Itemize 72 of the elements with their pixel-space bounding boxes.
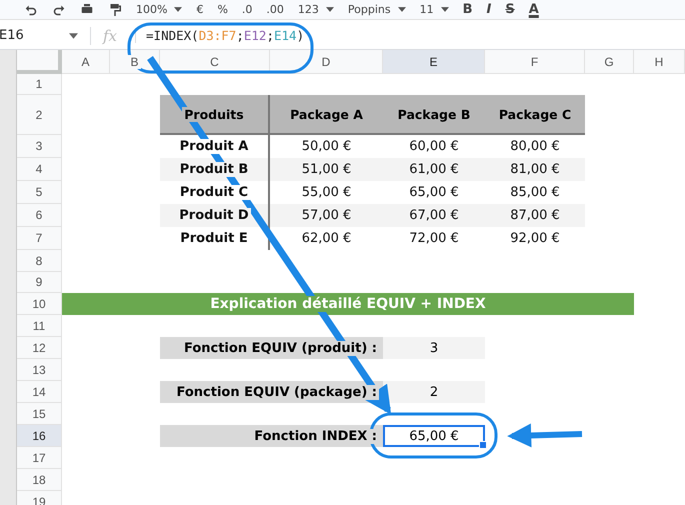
toolbar-button[interactable]: .00 [266, 2, 284, 16]
table-header: Package B [383, 95, 485, 135]
value-cell[interactable]: 2 [383, 381, 485, 403]
table-cell: Produit A [160, 135, 270, 158]
toolbar-button[interactable]: € [196, 2, 204, 16]
table-header: Produits [160, 95, 270, 135]
row-header[interactable]: 9 [17, 272, 62, 293]
table-cell: 51,00 € [270, 158, 383, 181]
undo-icon[interactable] [24, 4, 38, 16]
toolbar-button[interactable]: 123 [298, 2, 334, 16]
value-cell[interactable]: 3 [383, 337, 485, 359]
table-cell: Produit E [160, 227, 270, 250]
caret-icon [398, 7, 406, 12]
label-cell: Fonction EQUIV (package) : [160, 381, 383, 403]
table-cell: Produit D [160, 204, 270, 227]
row-header[interactable]: 14 [17, 381, 62, 403]
toolbar-button[interactable]: 100% [136, 2, 182, 16]
row-header[interactable]: 1 [17, 74, 62, 95]
toolbar-button[interactable]: % [217, 2, 228, 16]
table-header: Package A [270, 95, 383, 135]
value-cell[interactable]: 65,00 € [383, 425, 485, 447]
column-header[interactable]: A [62, 50, 110, 74]
table-cell: Produit C [160, 181, 270, 204]
cell-reference[interactable]: E16 [0, 28, 69, 43]
table-cell: 92,00 € [485, 227, 585, 250]
column-header[interactable]: D [270, 50, 383, 74]
column-header[interactable]: E [383, 50, 485, 74]
formula-input[interactable]: =INDEX(D3:F7;E12;E14) [135, 28, 304, 43]
column-header[interactable]: H [634, 50, 685, 74]
row-header[interactable]: 12 [17, 337, 62, 359]
format-button[interactable]: S [505, 2, 515, 18]
caret-icon [440, 7, 449, 12]
fx-label: fx [90, 26, 132, 44]
row-header[interactable]: 15 [17, 403, 62, 425]
column-header[interactable]: F [485, 50, 585, 74]
row-header[interactable]: 6 [17, 204, 62, 227]
print-icon[interactable] [80, 4, 94, 16]
row-header[interactable]: 13 [17, 359, 62, 381]
section-banner: Explication détaillé EQUIV + INDEX [62, 293, 634, 315]
table-header: Package C [485, 95, 585, 135]
table-cell: 67,00 € [383, 204, 485, 227]
row-header[interactable]: 4 [17, 158, 62, 181]
row-header[interactable]: 2 [17, 95, 62, 135]
table-cell: 81,00 € [485, 158, 585, 181]
row-header[interactable]: 3 [17, 135, 62, 158]
row-header[interactable]: 18 [17, 469, 62, 491]
toolbar-button[interactable]: Poppins [348, 2, 406, 16]
redo-icon[interactable] [52, 4, 66, 16]
format-button[interactable]: B [462, 2, 473, 18]
row-header[interactable]: 5 [17, 181, 62, 204]
dropdown-icon[interactable] [69, 32, 78, 38]
caret-icon [174, 7, 182, 12]
label-cell: Fonction EQUIV (produit) : [160, 337, 383, 359]
label-cell: Fonction INDEX : [160, 425, 383, 447]
table-cell: 61,00 € [383, 158, 485, 181]
caret-icon [326, 7, 334, 12]
row-header[interactable]: 8 [17, 250, 62, 272]
row-header[interactable]: 10 [17, 293, 62, 315]
row-header[interactable]: 7 [17, 227, 62, 250]
row-header[interactable]: 11 [17, 315, 62, 337]
toolbar-button[interactable]: .0 [242, 2, 252, 16]
format-button[interactable]: A [528, 2, 539, 18]
table-cell: Produit B [160, 158, 270, 181]
toolbar-button[interactable]: 11 [420, 2, 449, 16]
format-button[interactable]: I [486, 2, 492, 18]
corner-cell[interactable] [17, 50, 62, 74]
paint-format-icon[interactable] [108, 4, 122, 16]
table-cell: 87,00 € [485, 204, 585, 227]
row-header[interactable]: 16 [17, 425, 62, 447]
row-header[interactable]: 17 [17, 447, 62, 469]
table-cell: 57,00 € [270, 204, 383, 227]
column-header[interactable]: G [585, 50, 634, 74]
